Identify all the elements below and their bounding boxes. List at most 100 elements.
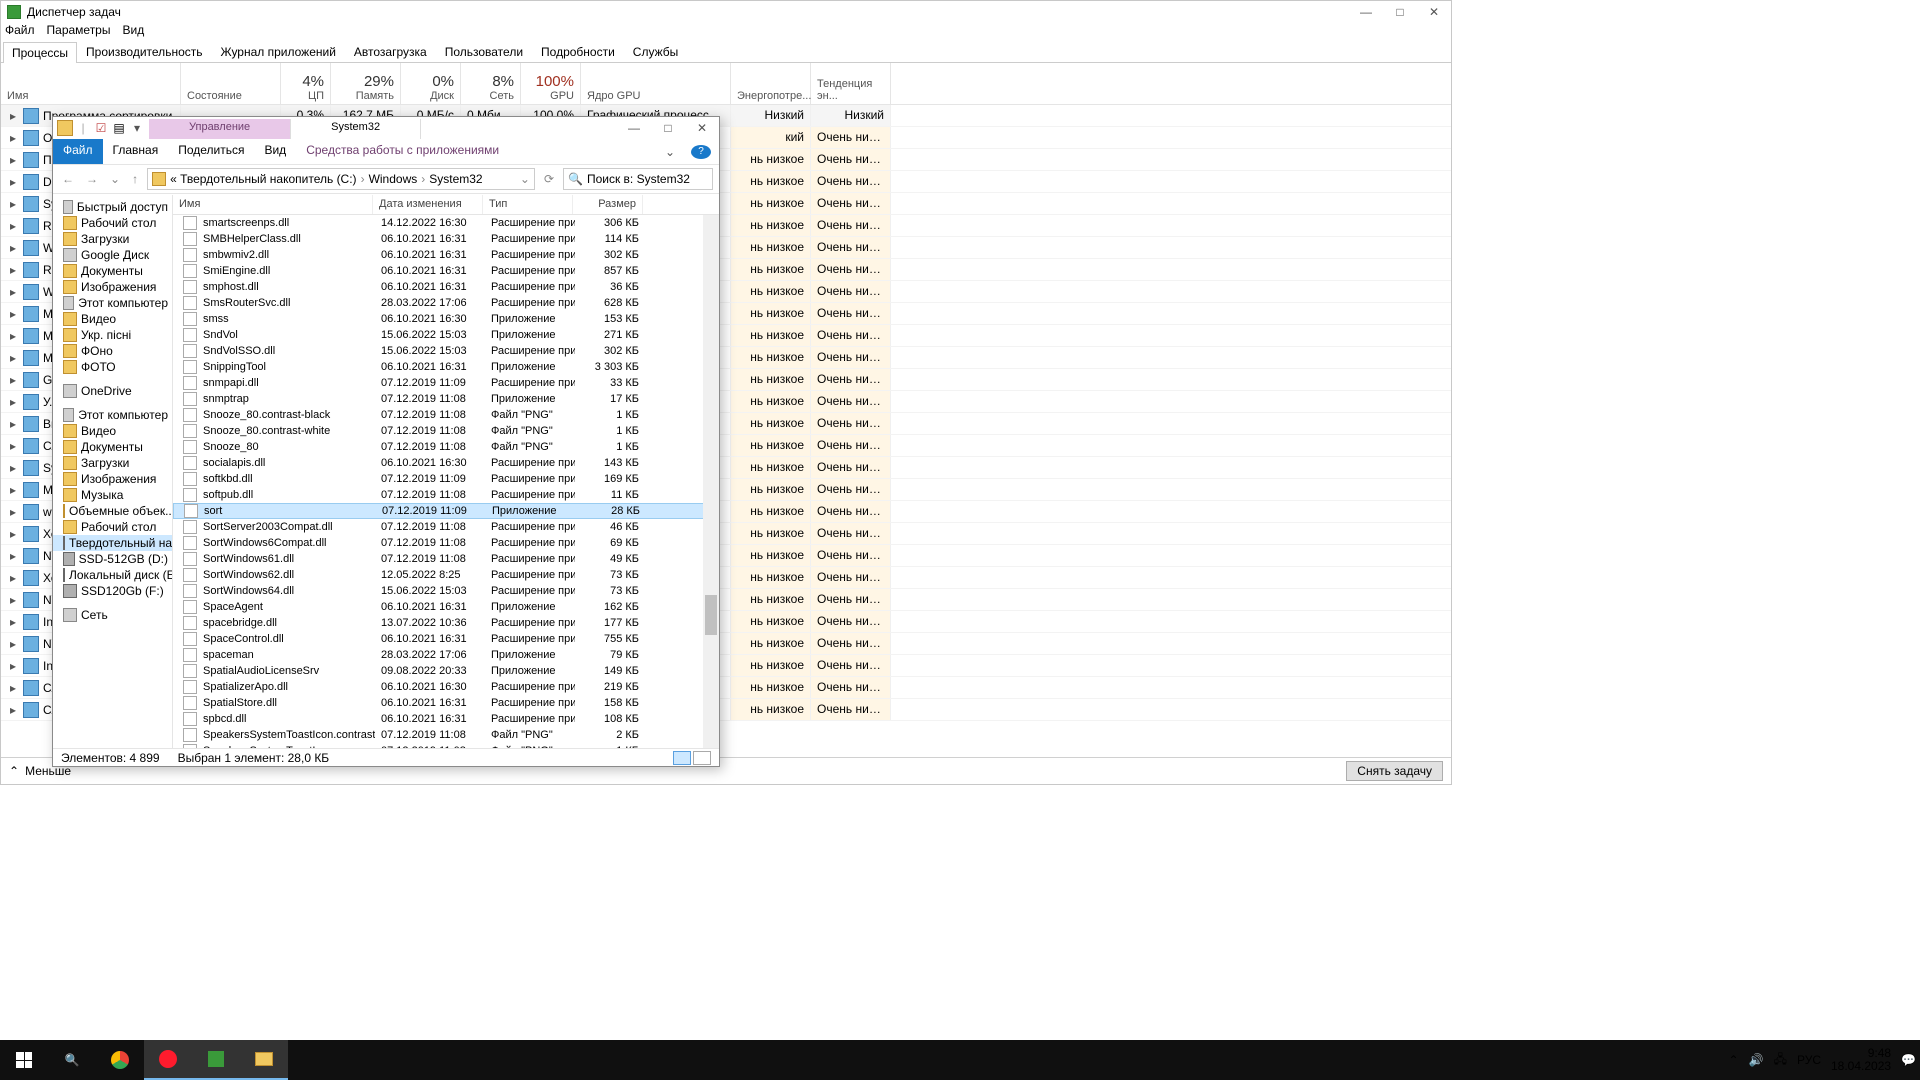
tray-volume-icon[interactable]: 🔊 (1749, 1053, 1764, 1067)
file-row[interactable]: SortServer2003Compat.dll07.12.2019 11:08… (173, 519, 719, 535)
nav-item[interactable]: Документы (53, 263, 172, 279)
refresh-button[interactable]: ⟳ (541, 172, 557, 186)
end-task-button[interactable]: Снять задачу (1346, 761, 1443, 781)
nav-item[interactable]: SSD-512GB (D:) (53, 551, 172, 567)
scrollbar[interactable] (703, 215, 719, 748)
tray-chevron-icon[interactable]: ⌃ (1729, 1053, 1739, 1067)
maximize-button[interactable]: □ (1383, 1, 1417, 23)
ribbon-home[interactable]: Главная (103, 139, 169, 164)
nav-item[interactable]: ФОТО (53, 359, 172, 375)
ribbon-expand-icon[interactable]: ⌄ (655, 141, 685, 163)
file-row[interactable]: SpatialAudioLicenseSrv09.08.2022 20:33Пр… (173, 663, 719, 679)
manage-tab[interactable]: Управление (149, 119, 290, 139)
nav-item[interactable]: Документы (53, 439, 172, 455)
file-row[interactable]: SmiEngine.dll06.10.2021 16:31Расширение … (173, 263, 719, 279)
nav-item[interactable]: Объемные объек... (53, 503, 172, 519)
up-button[interactable]: ↑ (129, 172, 141, 186)
nav-item[interactable]: Твердотельный на... (53, 535, 172, 551)
filecol-date[interactable]: Дата изменения (373, 195, 483, 214)
qa-new-icon[interactable]: ▤ (111, 120, 127, 136)
nav-item[interactable]: Этот компьютер (53, 407, 172, 423)
icons-view-button[interactable] (693, 751, 711, 765)
file-row[interactable]: SndVol15.06.2022 15:03Приложение271 КБ (173, 327, 719, 343)
file-row[interactable]: socialapis.dll06.10.2021 16:30Расширение… (173, 455, 719, 471)
nav-item[interactable]: Загрузки (53, 231, 172, 247)
col-mem[interactable]: 29%Память (331, 63, 401, 104)
menu-view[interactable]: Вид (122, 23, 144, 41)
nav-item[interactable]: Видео (53, 423, 172, 439)
notifications-icon[interactable]: 💬 (1901, 1053, 1916, 1067)
taskbar-taskmgr-icon[interactable] (192, 1040, 240, 1080)
file-row[interactable]: spbcd.dll06.10.2021 16:31Расширение при.… (173, 711, 719, 727)
tab-details[interactable]: Подробности (532, 41, 624, 62)
nav-item[interactable]: Этот компьютер (53, 295, 172, 311)
file-row[interactable]: softpub.dll07.12.2019 11:08Расширение пр… (173, 487, 719, 503)
file-row[interactable]: SpaceAgent06.10.2021 16:31Приложение162 … (173, 599, 719, 615)
file-row[interactable]: smphost.dll06.10.2021 16:31Расширение пр… (173, 279, 719, 295)
tray-network-icon[interactable]: 🖧 (1774, 1050, 1787, 1071)
ribbon-file[interactable]: Файл (53, 139, 103, 164)
file-row[interactable]: SortWindows6Compat.dll07.12.2019 11:08Ра… (173, 535, 719, 551)
taskbar-opera-icon[interactable] (144, 1040, 192, 1080)
file-row[interactable]: snmpapi.dll07.12.2019 11:09Расширение пр… (173, 375, 719, 391)
titlebar[interactable]: Диспетчер задач — □ ✕ (1, 1, 1451, 23)
col-ptrend[interactable]: Тенденция эн... (811, 63, 891, 104)
nav-pane[interactable]: Быстрый доступ Рабочий стол ЗагрузкиGoogle… (53, 195, 173, 748)
file-row[interactable]: Snooze_8007.12.2019 11:08Файл "PNG"1 КБ (173, 439, 719, 455)
col-cpu[interactable]: 4%ЦП (281, 63, 331, 104)
clock[interactable]: 9:48 18.04.2023 (1831, 1047, 1891, 1073)
file-row[interactable]: SmsRouterSvc.dll28.03.2022 17:06Расширен… (173, 295, 719, 311)
filecol-size[interactable]: Размер (573, 195, 643, 214)
search-box[interactable]: 🔍 Поиск в: System32 (563, 168, 713, 190)
bc-dropdown-icon[interactable]: ⌄ (520, 172, 530, 186)
tab-users[interactable]: Пользователи (436, 41, 532, 62)
breadcrumb[interactable]: « Твердотельный накопитель (C:)› Windows… (147, 168, 535, 190)
taskbar[interactable]: 🔍 ⌃ 🔊 🖧 РУС 9:48 18.04.2023 💬 (0, 1040, 1920, 1080)
nav-item[interactable]: Рабочий стол (53, 519, 172, 535)
nav-item[interactable]: Музыка (53, 487, 172, 503)
nav-item[interactable]: Google Диск (53, 247, 172, 263)
taskbar-explorer-icon[interactable] (240, 1040, 288, 1080)
file-row[interactable]: sort07.12.2019 11:09Приложение28 КБ (173, 503, 719, 519)
nav-item[interactable]: ФОно (53, 343, 172, 359)
ribbon-view[interactable]: Вид (254, 139, 296, 164)
file-row[interactable]: smartscreenps.dll14.12.2022 16:30Расшире… (173, 215, 719, 231)
file-row[interactable]: SpeakersSystemToastIcon.contrast-white07… (173, 727, 719, 743)
taskbar-search-icon[interactable]: 🔍 (48, 1040, 96, 1080)
nav-item[interactable]: SSD120Gb (F:) (53, 583, 172, 599)
nav-item[interactable]: Изображения (53, 471, 172, 487)
nav-item[interactable]: Сеть (53, 607, 172, 623)
nav-item[interactable]: Изображения (53, 279, 172, 295)
nav-item[interactable]: Видео (53, 311, 172, 327)
ribbon-share[interactable]: Поделиться (168, 139, 254, 164)
file-row[interactable]: SnippingTool06.10.2021 16:31Приложение3 … (173, 359, 719, 375)
menu-file[interactable]: Файл (5, 23, 35, 41)
chevron-up-icon[interactable]: ⌃ (9, 764, 19, 778)
file-row[interactable]: spaceman28.03.2022 17:06Приложение79 КБ (173, 647, 719, 663)
file-row[interactable]: SMBHelperClass.dll06.10.2021 16:31Расшир… (173, 231, 719, 247)
forward-button[interactable]: → (83, 172, 101, 186)
back-button[interactable]: ← (59, 172, 77, 186)
start-button[interactable] (0, 1040, 48, 1080)
scrollbar-thumb[interactable] (705, 595, 717, 635)
tab-services[interactable]: Службы (624, 41, 687, 62)
close-button[interactable]: ✕ (1417, 1, 1451, 23)
file-list[interactable]: ИмяДата измененияТипРазмер smartscreenps… (173, 195, 719, 748)
close-button[interactable]: ✕ (685, 117, 719, 139)
maximize-button[interactable]: □ (651, 117, 685, 139)
tab-performance[interactable]: Производительность (77, 41, 211, 62)
col-gpue[interactable]: Ядро GPU (581, 63, 731, 104)
file-row[interactable]: SortWindows61.dll07.12.2019 11:08Расшире… (173, 551, 719, 567)
file-row[interactable]: SpatializerApo.dll06.10.2021 16:30Расшир… (173, 679, 719, 695)
tray-lang[interactable]: РУС (1797, 1053, 1821, 1067)
file-row[interactable]: SortWindows64.dll15.06.2022 15:03Расшире… (173, 583, 719, 599)
qa-dropdown-icon[interactable]: ▾ (129, 120, 145, 136)
nav-item[interactable]: Быстрый доступ (53, 199, 172, 215)
tab-processes[interactable]: Процессы (3, 42, 77, 63)
file-row[interactable]: smss06.10.2021 16:30Приложение153 КБ (173, 311, 719, 327)
help-icon[interactable]: ? (691, 145, 711, 159)
file-row[interactable]: SortWindows62.dll12.05.2022 8:25Расширен… (173, 567, 719, 583)
details-view-button[interactable] (673, 751, 691, 765)
col-net[interactable]: 8%Сеть (461, 63, 521, 104)
nav-item[interactable]: OneDrive (53, 383, 172, 399)
